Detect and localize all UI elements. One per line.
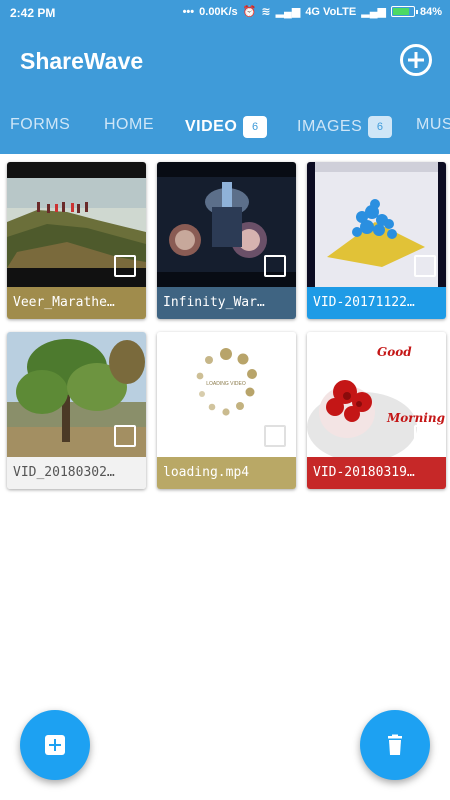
tab-badge: 6 <box>243 116 268 138</box>
select-checkbox[interactable] <box>264 255 286 277</box>
status-icons: ••• 0.00K/s ⏰ ≋ ▂▄▆ 4G VoLTE ▂▄▆ 84% <box>182 5 442 19</box>
alarm-icon: ⏰ <box>242 6 257 18</box>
morning-text: Morning <box>386 411 445 425</box>
video-thumbnail <box>7 332 146 457</box>
video-name: VID_20180302… <box>7 457 146 489</box>
select-checkbox[interactable] <box>114 425 136 447</box>
tab-images[interactable]: IMAGES 6 <box>297 116 393 138</box>
status-time: 2:42 PM <box>10 6 56 20</box>
tab-music[interactable]: MUS <box>416 116 450 134</box>
more-dots-icon: ••• <box>182 5 195 18</box>
video-name: VID-20180319… <box>307 457 446 489</box>
video-card[interactable]: LOADING VIDEO loading.mp4 <box>157 332 296 489</box>
tab-label: HOME <box>104 116 154 133</box>
video-name: VID-20171122… <box>307 287 446 319</box>
loading-text: LOADING VIDEO <box>206 381 246 387</box>
video-card[interactable]: Infinity_War… <box>157 162 296 319</box>
trash-icon <box>388 734 402 755</box>
select-checkbox[interactable] <box>414 425 436 447</box>
select-checkbox[interactable] <box>414 255 436 277</box>
signal-icon: ▂▄▆ <box>275 6 301 18</box>
add-file-button[interactable] <box>20 710 90 780</box>
video-thumbnail <box>307 162 446 287</box>
network-speed: 0.00K/s <box>199 5 238 18</box>
video-thumbnail <box>7 162 146 287</box>
video-card[interactable]: Veer_Marathe… <box>7 162 146 319</box>
network-type: 4G VoLTE <box>305 5 357 18</box>
video-thumbnail: LOADING VIDEO <box>157 332 296 457</box>
tab-label: VIDEO <box>185 118 238 135</box>
video-card[interactable]: VID_20180302… <box>7 332 146 489</box>
status-bar: 2:42 PM ••• 0.00K/s ⏰ ≋ ▂▄▆ 4G VoLTE ▂▄▆… <box>0 0 450 26</box>
video-name: Infinity_War… <box>157 287 296 319</box>
app-title: ShareWave <box>20 48 144 74</box>
add-circle-icon[interactable] <box>400 44 432 76</box>
good-text: Good <box>377 345 412 359</box>
video-name: loading.mp4 <box>157 457 296 489</box>
tab-video[interactable]: VIDEO 6 <box>185 116 268 138</box>
wifi-icon: ≋ <box>261 6 271 18</box>
video-name: Veer_Marathe… <box>7 287 146 319</box>
tab-forms[interactable]: FORMS <box>10 116 70 134</box>
video-thumbnail <box>157 162 296 287</box>
tab-badge: 6 <box>368 116 393 138</box>
battery-icon <box>390 6 418 17</box>
select-checkbox[interactable] <box>114 255 136 277</box>
tab-bar: FORMS HOME VIDEO 6 IMAGES 6 MUS <box>0 106 450 146</box>
delete-button[interactable] <box>360 710 430 780</box>
add-box-icon <box>45 735 65 755</box>
video-card[interactable]: VID-20171122… <box>307 162 446 319</box>
tab-label: IMAGES <box>297 118 363 135</box>
video-card[interactable]: Good Morning VID-20180319… <box>307 332 446 489</box>
battery-percent: 84% <box>419 5 442 18</box>
signal-2-icon: ▂▄▆ <box>361 6 386 18</box>
tab-label: FORMS <box>10 116 71 133</box>
select-checkbox[interactable] <box>264 425 286 447</box>
tab-home[interactable]: HOME <box>104 116 154 134</box>
video-thumbnail: Good Morning <box>307 332 446 457</box>
app-bar: ShareWave FORMS HOME VIDEO 6 IMAGES 6 MU… <box>0 26 450 154</box>
tab-label: MUS <box>416 116 450 133</box>
